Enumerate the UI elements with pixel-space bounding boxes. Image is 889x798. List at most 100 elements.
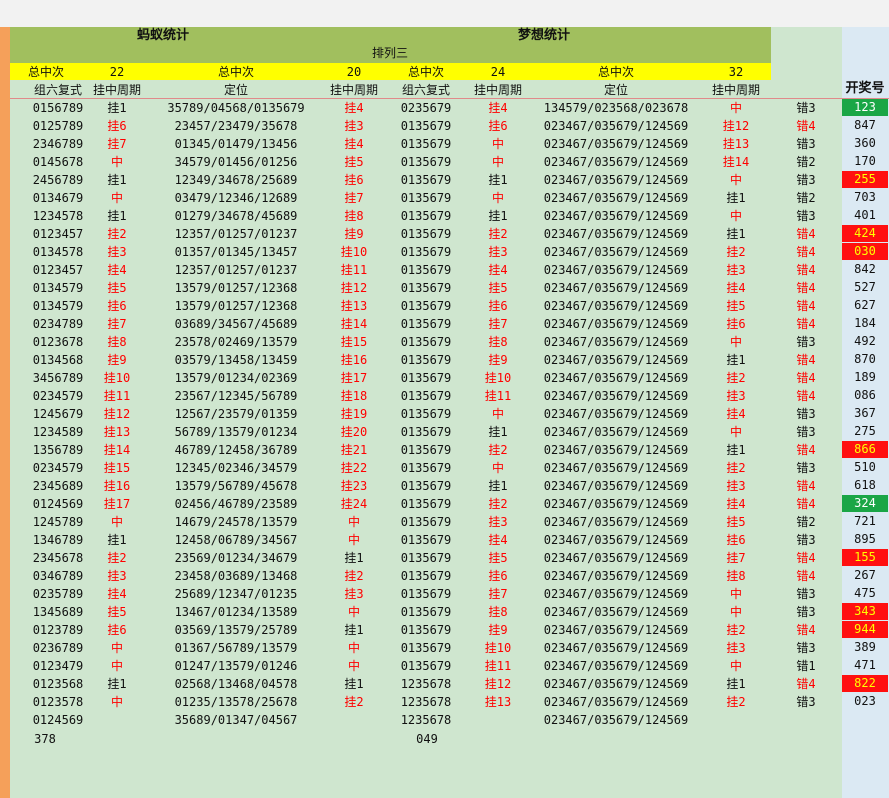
cell-position-1: 12357/01257/01237 xyxy=(174,227,298,241)
cell-compound-2: 0135679 xyxy=(400,209,452,223)
table-row: 0123479 中 01247/13579/01246 中 0135679 挂11 0234… xyxy=(0,657,889,675)
cell-error-count: 错2 xyxy=(796,191,816,205)
cell-cycle-3: 挂6 xyxy=(488,119,508,133)
cell-compound-1: 0134578 xyxy=(32,245,84,259)
cell-cycle-1: 挂4 xyxy=(107,587,127,601)
cell-compound-1: 0123789 xyxy=(32,623,84,637)
cell-cycle-1: 挂4 xyxy=(107,263,127,277)
cell-position-1: 23567/12345/56789 xyxy=(174,389,298,403)
cell-position-2: 023467/035679/124569 xyxy=(543,695,689,709)
cell-cycle-4: 挂8 xyxy=(726,569,746,583)
cell-position-1: 02568/13468/04578 xyxy=(174,677,298,691)
right-title: 梦想统计 xyxy=(517,28,571,43)
header-draw-number: 开奖号 xyxy=(845,81,885,96)
cell-cycle-3: 中 xyxy=(491,191,505,205)
cell-position-2: 023467/035679/124569 xyxy=(543,173,689,187)
cell-position-1: 13579/01257/12368 xyxy=(174,281,298,295)
cell-compound-2: 0135679 xyxy=(400,407,452,421)
cell-cycle-3: 挂3 xyxy=(488,515,508,529)
cell-compound-1: 0134579 xyxy=(32,299,84,313)
cell-compound-2: 0135679 xyxy=(400,389,452,403)
cell-draw-number: 023 xyxy=(854,694,876,708)
cell-compound-2: 0135679 xyxy=(400,479,452,493)
cell-position-1: 02456/46789/23589 xyxy=(174,497,298,511)
header-cycle-3: 挂中周期 xyxy=(473,83,523,97)
cell-position-2: 023467/035679/124569 xyxy=(543,659,689,673)
cell-error-count: 错3 xyxy=(796,335,816,349)
cell-draw-number: 030 xyxy=(842,243,888,260)
cell-cycle-3: 挂4 xyxy=(488,101,508,115)
cell-error-count: 错3 xyxy=(796,173,816,187)
cell-cycle-2: 挂8 xyxy=(344,209,364,223)
cell-position-2: 023467/035679/124569 xyxy=(543,299,689,313)
cell-draw-number: 618 xyxy=(854,478,876,492)
summary-count-3: 24 xyxy=(490,65,506,79)
cell-position-1: 12357/01257/01237 xyxy=(174,263,298,277)
cell-cycle-1: 挂1 xyxy=(107,533,127,547)
cell-draw-number: 324 xyxy=(842,495,888,512)
cell-cycle-3: 挂2 xyxy=(488,227,508,241)
cell-compound-2: 0135679 xyxy=(400,317,452,331)
cell-compound-2: 0135679 xyxy=(400,119,452,133)
cell-position-1: 03569/13579/25789 xyxy=(174,623,298,637)
cell-cycle-1: 挂1 xyxy=(107,173,127,187)
cell-compound-1: 0123568 xyxy=(32,677,84,691)
cell-compound-2: 0135679 xyxy=(400,569,452,583)
cell-compound-2: 0135679 xyxy=(400,641,452,655)
cell-cycle-1: 挂2 xyxy=(107,551,127,565)
cell-draw-number: 189 xyxy=(854,370,876,384)
cell-position-1: 35689/01347/04567 xyxy=(174,713,298,727)
cell-cycle-4: 中 xyxy=(729,173,743,187)
cell-cycle-3: 挂10 xyxy=(484,641,512,655)
cell-compound-1: 0123678 xyxy=(32,335,84,349)
cell-draw-number: 870 xyxy=(854,352,876,366)
cell-cycle-4: 中 xyxy=(729,209,743,223)
header-cycle-2: 挂中周期 xyxy=(329,83,379,97)
cell-position-1: 23578/02469/13579 xyxy=(174,335,298,349)
table-row: 0125789 挂6 23457/23479/35678 挂3 0135679 挂6 023… xyxy=(0,117,889,135)
cell-error-count: 错2 xyxy=(796,155,816,169)
cell-cycle-3: 挂4 xyxy=(488,533,508,547)
table-row: 0134679 中 03479/12346/12689 挂7 0135679 中 02346… xyxy=(0,189,889,207)
cell-cycle-4: 挂4 xyxy=(726,497,746,511)
cell-compound-2: 0135679 xyxy=(400,371,452,385)
cell-compound-2: 0135679 xyxy=(400,515,452,529)
cell-compound-1: 0234579 xyxy=(32,461,84,475)
cell-cycle-3: 挂7 xyxy=(488,587,508,601)
cell-cycle-1: 挂6 xyxy=(107,119,127,133)
cell-cycle-2: 挂21 xyxy=(340,443,368,457)
cell-draw-number: 086 xyxy=(854,388,876,402)
cell-cycle-2: 挂20 xyxy=(340,425,368,439)
cell-cycle-2: 挂2 xyxy=(344,695,364,709)
summary-label-4: 总中次 xyxy=(597,65,635,79)
cell-draw-number: 527 xyxy=(854,280,876,294)
cell-draw-number: 360 xyxy=(854,136,876,150)
cell-position-2: 023467/035679/124569 xyxy=(543,713,689,727)
cell-cycle-1: 挂2 xyxy=(107,227,127,241)
cell-cycle-4: 挂6 xyxy=(726,533,746,547)
cell-draw-number: 255 xyxy=(842,171,888,188)
cell-cycle-1: 挂3 xyxy=(107,245,127,259)
cell-position-2: 023467/035679/124569 xyxy=(543,353,689,367)
cell-cycle-4: 挂13 xyxy=(722,137,750,151)
cell-cycle-4: 挂4 xyxy=(726,407,746,421)
cell-error-count: 错3 xyxy=(796,695,816,709)
cell-compound-2: 0135679 xyxy=(400,497,452,511)
cell-draw-number: 944 xyxy=(842,621,888,638)
table-row: 0134579 挂6 13579/01257/12368 挂13 0135679 挂6 02… xyxy=(0,297,889,315)
cell-draw-number: 475 xyxy=(854,586,876,600)
cell-compound-2: 0135679 xyxy=(400,551,452,565)
cell-compound-2: 0135679 xyxy=(400,299,452,313)
cell-compound-1: 0123457 xyxy=(32,227,84,241)
cell-cycle-3: 挂1 xyxy=(488,479,508,493)
cell-compound-1: 0125789 xyxy=(32,119,84,133)
cell-cycle-4: 挂1 xyxy=(726,353,746,367)
table-row: 2346789 挂7 01345/01479/13456 挂4 0135679 中 0234… xyxy=(0,135,889,153)
cell-compound-2: 0135679 xyxy=(400,137,452,151)
cell-cycle-1: 挂11 xyxy=(103,389,131,403)
table-row: 2345689 挂16 13579/56789/45678 挂23 0135679 挂1 0… xyxy=(0,477,889,495)
cell-cycle-1: 挂5 xyxy=(107,281,127,295)
cell-draw-number: 389 xyxy=(854,640,876,654)
cell-compound-1: 2456789 xyxy=(32,173,84,187)
cell-cycle-4: 挂3 xyxy=(726,263,746,277)
